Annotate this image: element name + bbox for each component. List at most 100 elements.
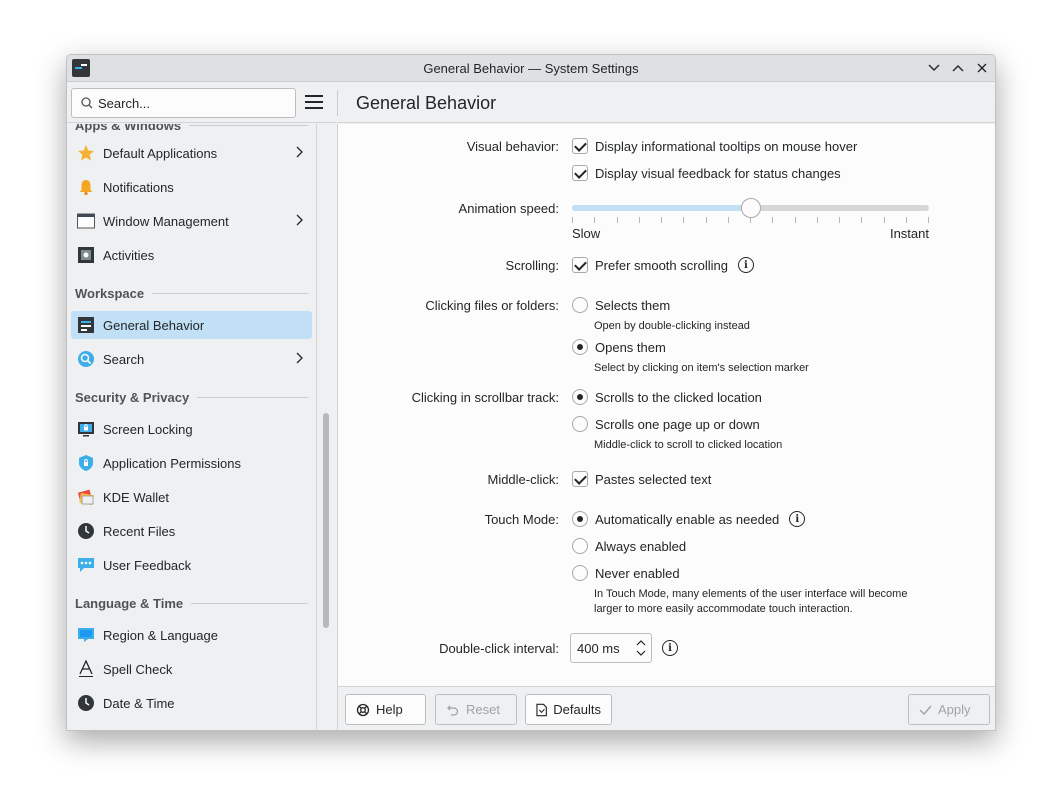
sidebar-item-default-applications[interactable]: Default Applications xyxy=(71,139,312,167)
scroll-one-page-description: Middle-click to scroll to clicked locati… xyxy=(594,439,783,451)
touch-mode-label: Touch Mode: xyxy=(484,512,559,527)
category-label: Workspace xyxy=(75,285,145,301)
reset-button[interactable]: Reset xyxy=(435,694,517,725)
sidebar-item-label: Screen Locking xyxy=(103,422,193,437)
sidebar-toolbar xyxy=(67,83,337,123)
search-field[interactable] xyxy=(71,88,296,118)
checkbox-box[interactable] xyxy=(572,165,588,181)
sidebar-item-general-behavior[interactable]: General Behavior xyxy=(71,311,312,339)
general-behavior-icon xyxy=(78,317,94,333)
sidebar-item-kde-wallet[interactable]: KDE Wallet xyxy=(71,483,312,511)
status-feedback-checkbox[interactable]: Display visual feedback for status chang… xyxy=(572,165,841,181)
help-button[interactable]: Help xyxy=(345,694,426,725)
scroll-to-location-radio[interactable]: Scrolls to the clicked location xyxy=(572,389,762,405)
feedback-icon xyxy=(78,558,94,572)
spellcheck-icon xyxy=(79,660,93,677)
selects-them-radio[interactable]: Selects them xyxy=(572,297,670,313)
sidebar-item-notifications[interactable]: Notifications xyxy=(71,173,312,201)
checkbox-box[interactable] xyxy=(572,257,588,273)
slider-tick xyxy=(683,217,685,223)
scroll-one-page-radio[interactable]: Scrolls one page up or down xyxy=(572,416,760,432)
page-title: General Behavior xyxy=(356,93,497,113)
hamburger-menu-button[interactable] xyxy=(305,95,323,111)
sidebar-item-date-time[interactable]: Date & Time xyxy=(71,689,312,717)
apply-button[interactable]: Apply xyxy=(908,694,990,725)
touch-always-radio[interactable]: Always enabled xyxy=(572,538,686,554)
paste-selected-label: Pastes selected text xyxy=(595,471,712,487)
category-header-security-privacy: Security & Privacy xyxy=(75,388,308,406)
window-title: General Behavior — System Settings xyxy=(423,61,639,76)
search-icon xyxy=(81,97,93,109)
minimize-button[interactable] xyxy=(925,59,943,77)
touch-never-radio[interactable]: Never enabled xyxy=(572,565,680,581)
help-lifebuoy-icon xyxy=(356,703,370,716)
sidebar-item-region-language[interactable]: Region & Language xyxy=(71,621,312,649)
slider-tick xyxy=(750,217,751,223)
chevron-right-icon xyxy=(296,214,303,226)
sidebar-item-activities[interactable]: Activities xyxy=(71,241,312,269)
sidebar-item-application-permissions[interactable]: Application Permissions xyxy=(71,449,312,477)
touch-mode-note-line1: In Touch Mode, many elements of the user… xyxy=(594,588,908,600)
radio-button[interactable] xyxy=(572,538,588,554)
slider-tick xyxy=(772,217,774,223)
title-bar[interactable]: General Behavior — System Settings xyxy=(67,55,995,82)
radio-button[interactable] xyxy=(572,511,588,527)
defaults-button[interactable]: Defaults xyxy=(525,694,612,725)
double-click-interval-row: 400 ms i xyxy=(570,633,678,663)
info-icon[interactable]: i xyxy=(662,640,678,656)
wallet-icon xyxy=(77,489,94,506)
sidebar-item-search[interactable]: Search xyxy=(71,345,312,373)
tooltips-checkbox[interactable]: Display informational tooltips on mouse … xyxy=(572,138,857,154)
slider-handle[interactable] xyxy=(740,198,761,218)
activities-icon xyxy=(78,247,94,263)
slider-tick xyxy=(727,217,729,223)
page-header: General Behavior xyxy=(338,83,995,123)
document-icon xyxy=(536,703,547,716)
touch-never-label: Never enabled xyxy=(595,565,680,581)
animation-speed-label: Animation speed: xyxy=(458,201,559,216)
animation-speed-slider[interactable] xyxy=(572,198,929,223)
sidebar-item-user-feedback[interactable]: User Feedback xyxy=(71,551,312,579)
sidebar-item-screen-locking[interactable]: Screen Locking xyxy=(71,415,312,443)
scrollbar-track-label: Clicking in scrollbar track: xyxy=(411,390,559,405)
clock-icon xyxy=(78,523,94,539)
checkbox-box[interactable] xyxy=(572,138,588,154)
sidebar-scrollbar-thumb[interactable] xyxy=(323,413,329,628)
checkbox-box[interactable] xyxy=(572,471,588,487)
search-input[interactable] xyxy=(98,94,288,112)
radio-button[interactable] xyxy=(572,389,588,405)
info-icon[interactable]: i xyxy=(737,257,754,273)
double-click-interval-label: Double-click interval: xyxy=(439,641,559,656)
chevron-up-icon xyxy=(952,65,964,72)
spin-arrows-icon[interactable] xyxy=(635,638,647,658)
touch-auto-label: Automatically enable as needed xyxy=(595,511,780,527)
info-icon[interactable]: i xyxy=(789,511,806,527)
touch-mode-note-line2: larger to more easily accommodate touch … xyxy=(594,603,853,615)
status-feedback-checkbox-label: Display visual feedback for status chang… xyxy=(595,165,841,181)
radio-button[interactable] xyxy=(572,565,588,581)
touch-auto-radio[interactable]: Automatically enable as needed i xyxy=(572,511,806,527)
window-icon xyxy=(77,213,95,229)
paste-selected-checkbox[interactable]: Pastes selected text xyxy=(572,471,711,487)
smooth-scrolling-label: Prefer smooth scrolling xyxy=(595,257,728,273)
maximize-button[interactable] xyxy=(949,59,967,77)
slider-tick xyxy=(905,217,907,223)
radio-button[interactable] xyxy=(572,339,588,355)
screen-lock-icon xyxy=(78,422,94,437)
sidebar-item-spell-check[interactable]: Spell Check xyxy=(71,655,312,683)
close-button[interactable] xyxy=(973,59,991,77)
sidebar-item-label: General Behavior xyxy=(103,318,205,333)
smooth-scrolling-checkbox[interactable]: Prefer smooth scrolling i xyxy=(572,257,754,273)
radio-button[interactable] xyxy=(572,416,588,432)
scroll-one-page-label: Scrolls one page up or down xyxy=(595,416,760,432)
settings-content: Visual behavior: Display informational t… xyxy=(338,124,995,686)
opens-them-radio[interactable]: Opens them xyxy=(572,339,666,355)
radio-button[interactable] xyxy=(572,297,588,313)
sidebar-item-label: Spell Check xyxy=(103,662,173,677)
sidebar-item-label: Notifications xyxy=(103,180,174,195)
slider-tick xyxy=(638,217,640,223)
sidebar-item-window-management[interactable]: Window Management xyxy=(71,207,312,235)
sidebar-item-recent-files[interactable]: Recent Files xyxy=(71,517,312,545)
sidebar-item-label: User Feedback xyxy=(103,558,192,573)
double-click-interval-spinbox[interactable]: 400 ms xyxy=(570,633,652,663)
